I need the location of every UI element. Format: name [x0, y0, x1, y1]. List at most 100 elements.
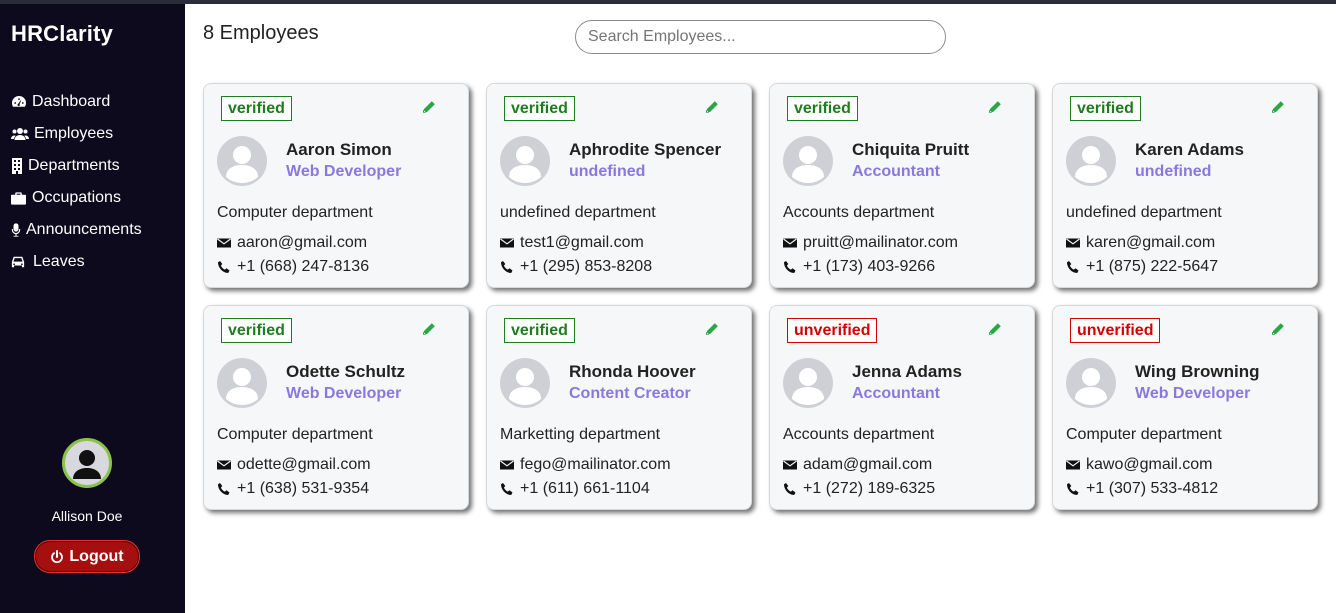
search-input[interactable]	[575, 20, 946, 54]
employee-card: unverified Wing Browning Web Developer C…	[1052, 305, 1318, 510]
envelope-icon	[1066, 238, 1080, 248]
envelope-icon	[500, 460, 514, 470]
employee-card: verified Aaron Simon Web Developer Compu…	[203, 83, 469, 288]
employee-name: Aaron Simon	[286, 140, 392, 159]
employee-email: karen@gmail.com	[1066, 234, 1215, 252]
employee-role: Web Developer	[1135, 385, 1251, 402]
employee-phone: +1 (272) 189-6325	[783, 480, 935, 498]
sidebar-item-departments[interactable]: Departments	[11, 150, 181, 182]
avatar-placeholder-icon	[500, 358, 550, 408]
avatar-placeholder-icon	[783, 358, 833, 408]
status-badge: unverified	[787, 318, 878, 343]
employee-email: aaron@gmail.com	[217, 234, 367, 252]
employee-department: Accounts department	[783, 204, 935, 221]
employee-card: verified Odette Schultz Web Developer Co…	[203, 305, 469, 510]
employee-card: verified Chiquita Pruitt Accountant Acco…	[769, 83, 1035, 288]
sidebar-item-label: Departments	[28, 157, 120, 174]
pencil-icon[interactable]	[705, 322, 719, 336]
phone-icon	[784, 483, 796, 495]
briefcase-icon	[11, 192, 26, 205]
employee-name: Aphrodite Spencer	[569, 140, 722, 159]
sidebar-item-announcements[interactable]: Announcements	[11, 214, 181, 246]
logout-label: Logout	[69, 547, 124, 565]
phone-icon	[1067, 261, 1079, 273]
employee-department: Marketting department	[500, 426, 661, 443]
pencil-icon[interactable]	[988, 322, 1002, 336]
sidebar-item-label: Leaves	[33, 253, 85, 270]
avatar-placeholder-icon	[217, 136, 267, 186]
avatar-placeholder-icon	[500, 136, 550, 186]
employee-phone-text: +1 (668) 247-8136	[237, 258, 370, 275]
employee-role: undefined	[569, 163, 646, 180]
microphone-icon	[11, 223, 21, 237]
employee-email: kawo@gmail.com	[1066, 456, 1213, 474]
user-name: Allison Doe	[51, 508, 123, 524]
employee-phone: +1 (295) 853-8208	[500, 258, 652, 276]
employee-phone: +1 (638) 531-9354	[217, 480, 369, 498]
employee-email-text: pruitt@mailinator.com	[803, 234, 958, 251]
user-avatar-icon	[73, 450, 101, 479]
sidebar-item-label: Announcements	[26, 221, 142, 238]
employee-role: undefined	[1135, 163, 1212, 180]
employee-department: Computer department	[1066, 426, 1222, 443]
main-content: 8 Employees verified Aaron Simon Web Dev…	[185, 4, 1336, 613]
employee-phone-text: +1 (295) 853-8208	[520, 258, 653, 275]
avatar[interactable]	[62, 438, 112, 488]
employee-name: Rhonda Hoover	[569, 362, 696, 381]
employee-email-text: aaron@gmail.com	[237, 234, 368, 251]
users-icon	[11, 128, 29, 140]
pencil-icon[interactable]	[422, 100, 436, 114]
status-badge: verified	[504, 318, 575, 343]
employee-email: test1@gmail.com	[500, 234, 644, 252]
employee-department: undefined department	[500, 204, 656, 221]
employee-phone: +1 (307) 533-4812	[1066, 480, 1218, 498]
avatar-placeholder-icon	[1066, 136, 1116, 186]
employee-phone-text: +1 (307) 533-4812	[1086, 480, 1219, 497]
page-title: 8 Employees	[203, 22, 319, 44]
pencil-icon[interactable]	[988, 100, 1002, 114]
employee-phone-text: +1 (638) 531-9354	[237, 480, 370, 497]
logout-button[interactable]: Logout	[34, 540, 140, 573]
pencil-icon[interactable]	[1271, 322, 1285, 336]
employee-name: Odette Schultz	[286, 362, 406, 381]
envelope-icon	[500, 238, 514, 248]
envelope-icon	[783, 238, 797, 248]
employee-name: Chiquita Pruitt	[852, 140, 970, 159]
employee-email-text: odette@gmail.com	[237, 456, 371, 473]
employee-role: Web Developer	[286, 163, 402, 180]
status-badge: verified	[1070, 96, 1141, 121]
employee-email-text: adam@gmail.com	[803, 456, 933, 473]
envelope-icon	[217, 238, 231, 248]
employee-email-text: karen@gmail.com	[1086, 234, 1216, 251]
employee-department: Accounts department	[783, 426, 935, 443]
pencil-icon[interactable]	[422, 322, 436, 336]
sidebar-item-dashboard[interactable]: Dashboard	[11, 86, 181, 118]
employee-role: Content Creator	[569, 385, 691, 402]
employee-email: odette@gmail.com	[217, 456, 371, 474]
sidebar-item-label: Occupations	[32, 189, 121, 206]
employee-name: Wing Browning	[1135, 362, 1260, 381]
pencil-icon[interactable]	[705, 100, 719, 114]
phone-icon	[218, 483, 230, 495]
sidebar: HRClarity Dashboard Employees Department…	[0, 4, 185, 613]
employee-email-text: fego@mailinator.com	[520, 456, 671, 473]
employee-phone: +1 (611) 661-1104	[500, 480, 650, 498]
tachometer-icon	[12, 96, 27, 107]
employee-phone-text: +1 (875) 222-5647	[1086, 258, 1219, 275]
envelope-icon	[217, 460, 231, 470]
employee-name: Karen Adams	[1135, 140, 1244, 159]
sidebar-item-employees[interactable]: Employees	[11, 118, 181, 150]
envelope-icon	[783, 460, 797, 470]
sidebar-item-occupations[interactable]: Occupations	[11, 182, 181, 214]
car-icon	[11, 256, 25, 268]
sidebar-item-leaves[interactable]: Leaves	[11, 246, 181, 278]
employee-department: Computer department	[217, 426, 373, 443]
pencil-icon[interactable]	[1271, 100, 1285, 114]
employee-role: Accountant	[852, 385, 940, 402]
employee-email: pruitt@mailinator.com	[783, 234, 958, 252]
building-icon	[12, 158, 22, 174]
envelope-icon	[1066, 460, 1080, 470]
user-profile: Allison Doe Logout	[0, 438, 174, 573]
employee-phone: +1 (173) 403-9266	[783, 258, 935, 276]
phone-icon	[501, 261, 513, 273]
